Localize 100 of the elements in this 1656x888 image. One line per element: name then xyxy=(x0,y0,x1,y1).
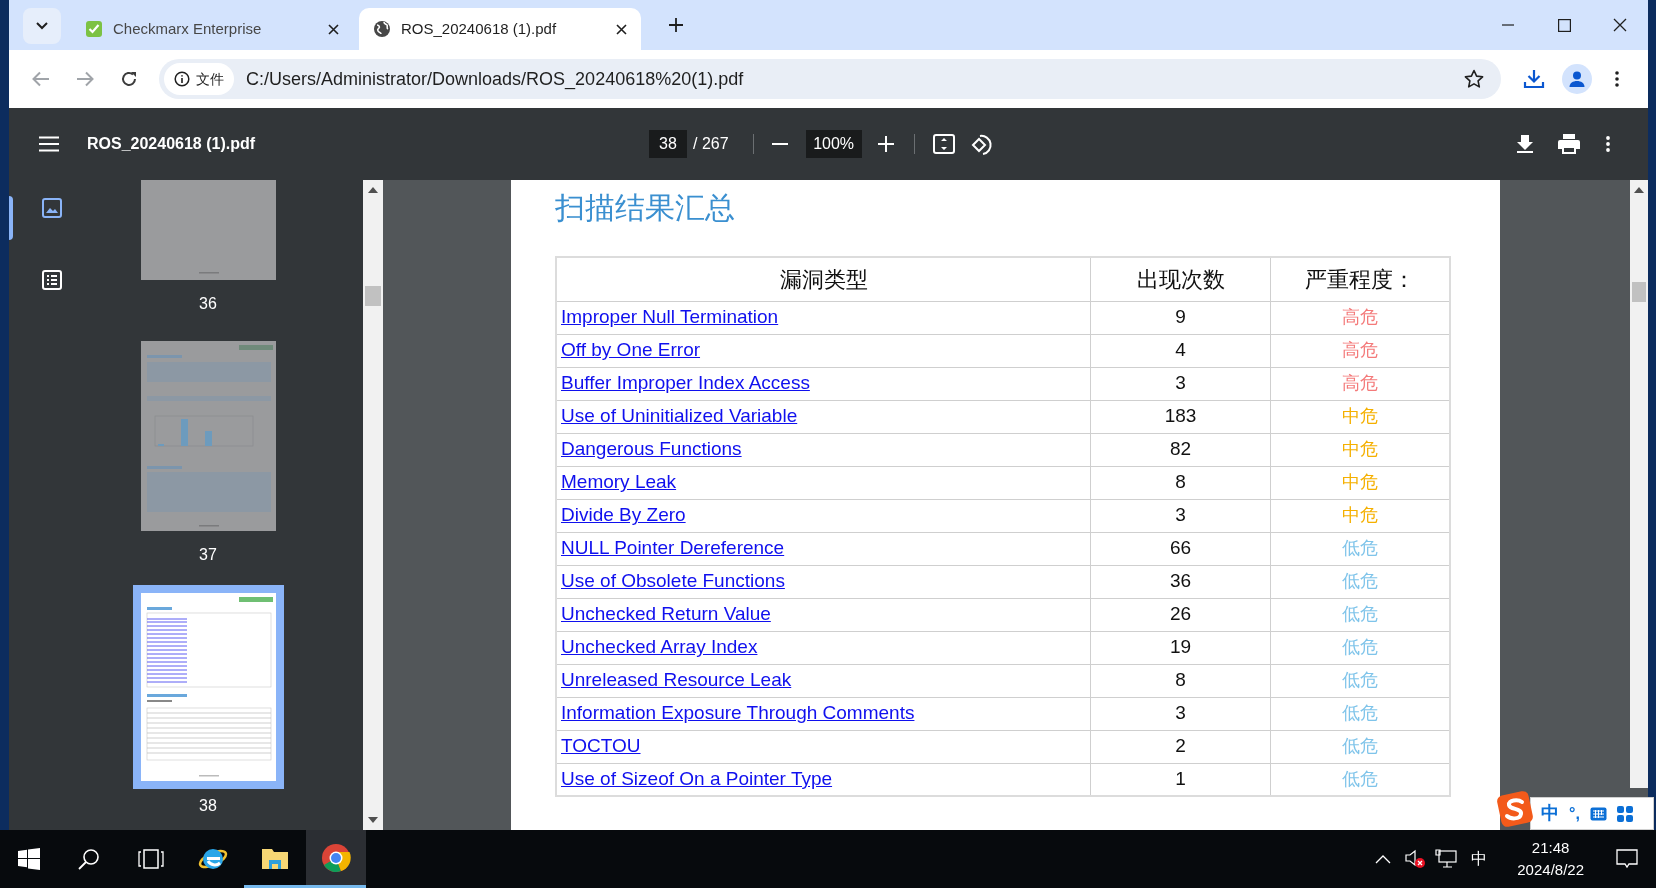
punctuation-indicator[interactable]: °, xyxy=(1569,801,1580,826)
page-scrollbar[interactable] xyxy=(1630,180,1648,788)
profile-button[interactable] xyxy=(1562,64,1592,94)
person-icon xyxy=(1568,70,1586,88)
scrollbar-thumb[interactable] xyxy=(1632,282,1646,302)
scrollbar-thumb[interactable] xyxy=(365,286,381,306)
browser-tab[interactable]: ROS_20240618 (1).pdf xyxy=(359,8,641,50)
close-icon[interactable] xyxy=(328,23,339,35)
fit-page-icon xyxy=(932,134,955,154)
severity-label: 低危 xyxy=(1341,768,1378,789)
more-vertical-icon xyxy=(1606,136,1610,152)
clock-time[interactable]: 21:48 xyxy=(1531,837,1570,859)
plus-icon xyxy=(877,136,894,152)
image-icon xyxy=(42,198,62,218)
browser-tab[interactable]: Checkmarx Enterprise xyxy=(71,8,353,50)
severity-label: 高危 xyxy=(1341,307,1378,327)
document-title: ROS_20240618 (1).pdf xyxy=(87,134,256,154)
forward-arrow-icon xyxy=(76,71,94,87)
close-icon[interactable] xyxy=(616,23,627,35)
vulnerability-link[interactable]: Off by One Error xyxy=(561,339,701,361)
search-icon xyxy=(78,848,100,870)
tab-search-button[interactable] xyxy=(23,8,61,44)
page-thumbnail[interactable] xyxy=(132,585,284,789)
page-number-label: 38 xyxy=(199,796,217,816)
notification-icon[interactable] xyxy=(1616,849,1638,869)
page-thumbnail[interactable] xyxy=(140,341,276,531)
severity-label: 低危 xyxy=(1341,703,1378,723)
security-label: 文件 xyxy=(196,69,224,89)
check-square-icon xyxy=(85,20,103,38)
page-number-label: 37 xyxy=(199,545,217,565)
globe-icon xyxy=(373,20,391,38)
outline-view-button[interactable] xyxy=(40,268,64,292)
table-cell: 8 xyxy=(1090,466,1271,499)
keyboard-icon[interactable] xyxy=(1589,806,1607,821)
chevron-up-icon[interactable] xyxy=(1375,854,1392,864)
table-cell: 9 xyxy=(1090,301,1271,334)
ime-mode-indicator[interactable]: 中 xyxy=(1541,800,1559,827)
page-thumbnail[interactable] xyxy=(140,180,276,280)
input-language-indicator[interactable]: 中 xyxy=(1471,847,1488,871)
chevron-down-icon xyxy=(36,22,48,30)
zoom-field[interactable]: 100% xyxy=(805,130,862,158)
network-icon[interactable] xyxy=(1435,849,1458,869)
page-number-label: 36 xyxy=(199,294,217,314)
severity-label: 高危 xyxy=(1341,373,1378,393)
more-vertical-icon xyxy=(1615,71,1619,87)
severity-label: 中危 xyxy=(1341,472,1378,492)
download-icon xyxy=(1517,135,1533,153)
vulnerability-link[interactable]: TOCTOU xyxy=(561,735,641,757)
severity-label: 低危 xyxy=(1341,670,1378,690)
table-cell: 82 xyxy=(1090,433,1271,466)
table-cell: 3 xyxy=(1090,367,1271,400)
rotate-icon xyxy=(970,133,993,155)
taskbar-app-button[interactable] xyxy=(306,830,366,888)
table-cell: 2 xyxy=(1090,730,1271,763)
site-info-chip[interactable]: 文件 xyxy=(164,63,234,95)
download-icon xyxy=(1523,69,1545,89)
ime-logo-icon[interactable] xyxy=(1496,790,1534,828)
speaker-muted-icon[interactable] xyxy=(1405,849,1428,869)
plus-icon xyxy=(668,17,684,33)
severity-label: 高危 xyxy=(1341,340,1378,360)
severity-label: 低危 xyxy=(1341,604,1378,624)
scroll-up-arrow-icon xyxy=(1634,187,1644,193)
scroll-up-arrow-icon xyxy=(368,187,378,193)
page-count: / 267 xyxy=(693,134,729,154)
table-cell: 66 xyxy=(1090,532,1271,565)
column-header: 漏洞类型 xyxy=(556,257,1091,301)
reload-icon xyxy=(120,70,138,88)
url-text: C:/Users/Administrator/Downloads/ROS_20240618%20(1).pdf xyxy=(246,67,744,92)
scroll-down-arrow-icon xyxy=(368,817,378,823)
grid-icon[interactable] xyxy=(1616,805,1633,822)
address-bar[interactable]: 文件 C:/Users/Administrator/Downloads/ROS_20240618%20(1).pdf xyxy=(159,59,1501,99)
table-cell: 183 xyxy=(1090,400,1271,433)
back-arrow-icon xyxy=(32,71,50,87)
windows-logo-icon xyxy=(18,848,40,870)
table-cell: 36 xyxy=(1090,565,1271,598)
menu-icon xyxy=(39,136,59,152)
table-cell: 26 xyxy=(1090,598,1271,631)
page-heading: 扫描结果汇总 xyxy=(555,190,736,226)
severity-label: 中危 xyxy=(1341,505,1378,525)
vulnerability-link[interactable]: Divide By Zero xyxy=(561,504,686,526)
severity-label: 低危 xyxy=(1341,736,1378,756)
clock-date[interactable]: 2024/8/22 xyxy=(1517,859,1584,881)
task-view-icon xyxy=(138,849,164,869)
sidebar-scrollbar[interactable] xyxy=(363,180,383,830)
vulnerability-link[interactable]: Memory Leak xyxy=(561,471,677,493)
list-icon xyxy=(42,270,62,290)
page-number-field[interactable]: 38 xyxy=(649,130,687,158)
close-icon xyxy=(1613,18,1627,32)
minus-icon xyxy=(771,143,788,145)
bookmark-star-icon[interactable] xyxy=(1464,69,1484,89)
fit-page-button[interactable] xyxy=(930,131,957,157)
severity-label: 中危 xyxy=(1341,406,1378,426)
severity-label: 低危 xyxy=(1341,637,1378,657)
thumbnails-view-button[interactable] xyxy=(40,196,64,220)
column-header: 出现次数 xyxy=(1090,257,1271,301)
table-cell: 8 xyxy=(1090,664,1271,697)
info-icon xyxy=(174,71,190,87)
table-cell: 4 xyxy=(1090,334,1271,367)
table-cell: 19 xyxy=(1090,631,1271,664)
maximize-icon xyxy=(1557,18,1571,32)
